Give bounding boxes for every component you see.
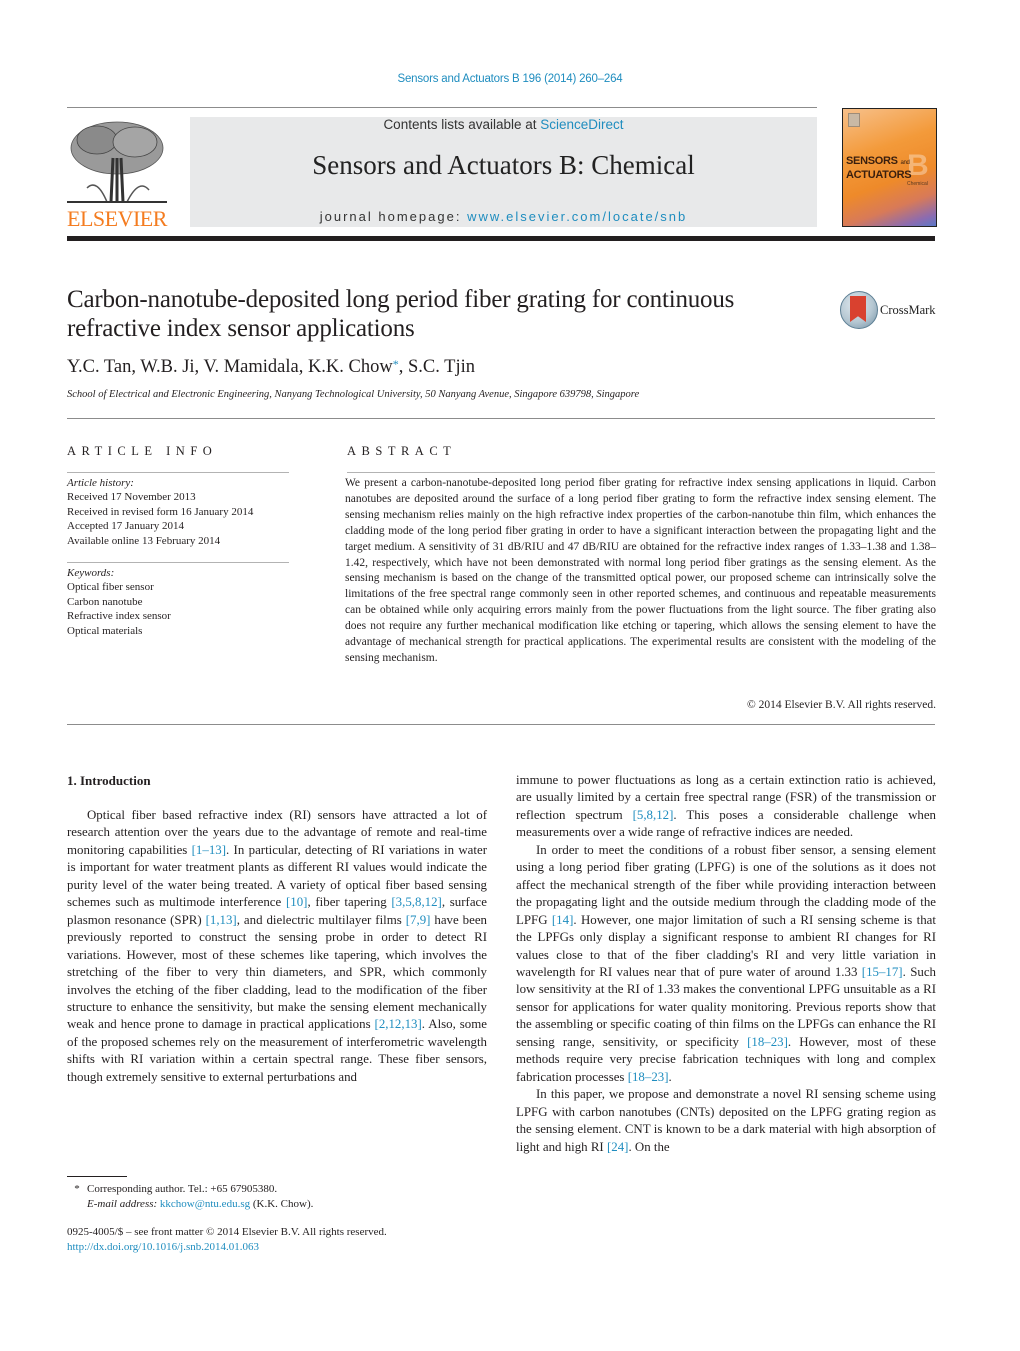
homepage-link[interactable]: www.elsevier.com/locate/snb [467,209,687,224]
abstract-body: We present a carbon-nanotube-deposited l… [345,477,936,664]
citation-link[interactable]: [18–23] [628,1070,669,1084]
citation-link[interactable]: [24] [607,1140,628,1154]
paragraph: Optical fiber based refractive index (RI… [67,808,487,1084]
cover-title-line1: SENSORS [846,155,898,167]
cover-emblem-icon [848,113,860,127]
paragraph: In order to meet the conditions of a rob… [516,842,937,1084]
keywords: Keywords: Optical fiber sensor Carbon na… [67,566,297,638]
contents-line: Contents lists available at ScienceDirec… [190,117,817,132]
homepage-prefix: journal homepage: [319,209,468,224]
body-column-left: Optical fiber based refractive index (RI… [67,807,487,1086]
corresponding-author-note: Corresponding author. Tel.: +65 67905380… [87,1183,278,1195]
journal-cover-image[interactable]: B SENSORS and ACTUATORS Chemical [842,108,937,227]
keyword-item: Optical fiber sensor [67,581,154,594]
cover-subtitle: Chemical [907,181,928,187]
authors-text-end: , S.C. Tjin [398,357,475,377]
citation-link[interactable]: [2,12,13] [375,1017,422,1031]
history-item: Available online 13 February 2014 [67,534,221,547]
footnote-divider [67,1176,127,1177]
footnote-mark: * [74,1183,80,1195]
journal-title: Sensors and Actuators B: Chemical [312,150,695,180]
paper-title: Carbon-nanotube-deposited long period fi… [67,286,735,342]
citation-link[interactable]: [1–13] [192,843,226,857]
history-item: Received 17 November 2013 [67,491,196,504]
divider [67,724,935,725]
elsevier-tree-icon [67,121,167,203]
crossmark-label: CrossMark [880,303,936,317]
citation-link[interactable]: [10] [286,895,307,909]
citation-link[interactable]: [15–17] [862,965,903,979]
history-item: Received in revised form 16 January 2014 [67,505,254,518]
contents-prefix: Contents lists available at [383,117,541,132]
section-heading-introduction: 1. Introduction [67,773,151,788]
paragraph: In this paper, we propose and demonstrat… [516,1087,936,1154]
abstract-copyright: © 2014 Elsevier B.V. All rights reserved… [747,699,936,711]
cover-title: SENSORS and ACTUATORS [846,155,912,181]
history-item: Accepted 17 January 2014 [67,520,184,533]
authors-text: Y.C. Tan, W.B. Ji, V. Mamidala, K.K. Cho… [67,357,393,377]
citation-link[interactable]: [3,5,8,12] [391,895,441,909]
issn-line: 0925-4005/$ – see front matter © 2014 El… [67,1226,387,1238]
journal-homepage: journal homepage: www.elsevier.com/locat… [190,209,817,224]
elsevier-wordmark: ELSEVIER [67,206,167,231]
divider [67,562,289,563]
divider [347,472,935,473]
keyword-item: Optical materials [67,624,143,637]
citation-link[interactable]: [5,8,12] [633,808,674,822]
history-label: Article history: [67,477,134,489]
citation-link[interactable]: [14] [552,913,573,927]
cover-title-line2: ACTUATORS [846,169,912,181]
citation-link[interactable]: [18–23] [747,1035,788,1049]
header-divider [67,236,935,241]
keyword-item: Carbon nanotube [67,595,143,608]
keyword-item: Refractive index sensor [67,610,171,623]
front-matter: 0925-4005/$ – see front matter © 2014 El… [67,1225,487,1255]
sciencedirect-link[interactable]: ScienceDirect [540,117,623,132]
footnote: * Corresponding author. Tel.: +65 6790538… [67,1182,487,1211]
keywords-label: Keywords: [67,567,115,579]
article-history: Article history: Received 17 November 20… [67,476,297,548]
divider [67,107,817,108]
paragraph: immune to power fluctuations as long as … [516,773,936,840]
citation-link[interactable]: [7,9] [406,913,431,927]
journal-citation-link[interactable]: Sensors and Actuators B 196 (2014) 260–2… [0,73,1020,85]
crossmark-button[interactable]: CrossMark [840,291,940,329]
doi-link[interactable]: http://dx.doi.org/10.1016/j.snb.2014.01.… [67,1240,487,1255]
cover-title-and: and [900,160,910,166]
author-list: Y.C. Tan, W.B. Ji, V. Mamidala, K.K. Cho… [67,357,475,378]
article-info-heading: ARTICLE INFO [67,444,218,458]
email-link[interactable]: kkchow@ntu.edu.sg [160,1198,250,1210]
elsevier-logo[interactable]: ELSEVIER [67,118,167,231]
email-label: E-mail address: [87,1197,158,1210]
affiliation: School of Electrical and Electronic Engi… [67,389,640,400]
divider [67,418,935,419]
citation-link[interactable]: [1,13] [206,913,237,927]
email-suffix: (K.K. Chow). [250,1197,314,1210]
divider [67,472,289,473]
body-column-right: immune to power fluctuations as long as … [516,772,936,1156]
abstract-heading: ABSTRACT [347,444,457,458]
